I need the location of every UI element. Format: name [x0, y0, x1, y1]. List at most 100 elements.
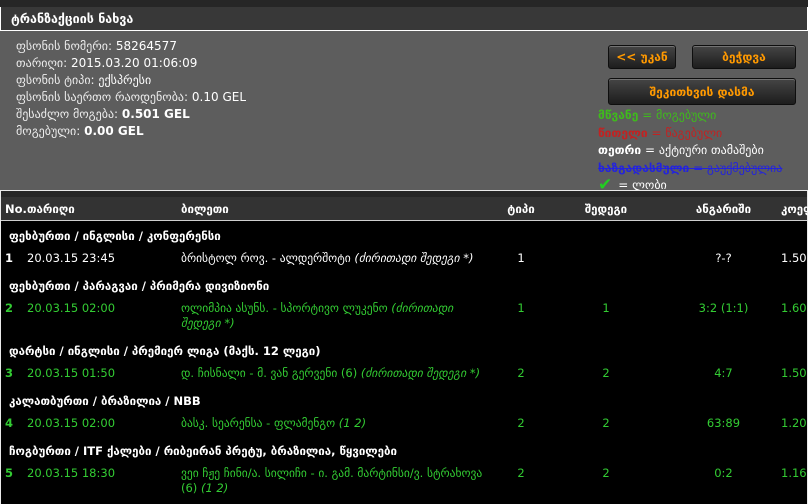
cell-date: 20.03.15 01:50 [27, 366, 116, 380]
won-amount-value: 0.00 GEL [84, 124, 144, 138]
bet-amount-value: 0.10 GEL [191, 90, 247, 104]
cell-score: 0:2 [714, 466, 733, 480]
table-header-row: No. თარიღი ბილეთი ტიპი შედეგი ანგარიში კ… [1, 197, 808, 221]
cell-type: 2 [517, 416, 525, 430]
legend-won-term: მწვანე [598, 108, 639, 122]
bet-amount-label: ფსონის საერთო რაოდენობა: [16, 90, 189, 104]
cell-coef: 1.20 [781, 416, 807, 430]
cell-result: 1 [602, 301, 610, 315]
won-amount-label: მოგებული: [16, 124, 81, 138]
status-legend: მწვანე = მოგებული წითელი = წაგებული თეთრ… [598, 107, 782, 195]
legend-lost-desc: = წაგებული [651, 125, 723, 140]
column-header-type: ტიპი [507, 201, 535, 216]
legend-won-desc: = მოგებული [642, 108, 717, 122]
column-header-date: თარიღი [27, 201, 75, 216]
back-button[interactable]: << უკან [608, 45, 676, 69]
ticket-market-note: (1 2) [200, 481, 229, 495]
category-header: ჩოგბურთი / ITF ქალები / რიბეირან პრეტუ, … [9, 444, 398, 458]
cell-no: 5 [5, 466, 14, 480]
legend-cancelled-desc: = გაუქმებულია [693, 160, 783, 175]
legend-cancelled-term: ხაზგადასმული [598, 160, 690, 175]
bets-table: No. თარიღი ბილეთი ტიპი შედეგი ანგარიში კ… [0, 190, 808, 504]
table-row[interactable]: 2 20.03.15 02:00 ოლიმპია ასუნს. - სპორტი… [1, 296, 807, 336]
page-title: ტრანზაქციის ნახვა [11, 11, 134, 26]
ticket-text: ბასკ. სეარენსა - ფლამენგო [181, 416, 336, 430]
print-button[interactable]: ბეჭდვა [692, 45, 796, 69]
cell-no: 4 [5, 416, 14, 430]
possible-win-label: შესაძლო მოგება: [16, 107, 119, 121]
bet-number-label: ფსონის ნომერი: [16, 39, 113, 53]
ticket-text: დ. ჩისნალი - მ. ვან გერვენი (6) [181, 366, 358, 380]
column-header-score: ანგარიში [695, 201, 752, 216]
bet-type-value: ექსპრესი [98, 73, 152, 87]
column-header-result: შედეგი [584, 201, 628, 216]
cell-score: 63:89 [706, 416, 741, 430]
cell-date: 20.03.15 18:30 [27, 466, 116, 480]
table-row[interactable]: 4 20.03.15 02:00 ბასკ. სეარენსა - ფლამენ… [1, 411, 807, 436]
bet-type-line: ფსონის ტიპი: ექსპრესი [16, 72, 246, 89]
cell-no: 2 [5, 301, 14, 315]
cell-score: 4:7 [714, 366, 733, 380]
cell-type: 2 [517, 366, 525, 380]
bet-date-value: 2015.03.20 01:06:09 [70, 56, 198, 70]
cell-type: 1 [517, 301, 525, 315]
ask-question-button[interactable]: შეკითხვის დასმა [608, 78, 796, 105]
cell-ticket: დ. ჩისნალი - მ. ვან გერვენი (6) (ძირითად… [181, 366, 496, 381]
bet-amount-line: ფსონის საერთო რაოდენობა: 0.10 GEL [16, 89, 246, 106]
category-header: კალათბურთი / ბრაზილია / NBB [9, 394, 201, 408]
title-bar: ტრანზაქციის ნახვა [0, 7, 808, 31]
possible-win-line: შესაძლო მოგება: 0.501 GEL [16, 106, 246, 123]
column-header-no: No. [5, 201, 27, 216]
legend-lost-term: წითელი [598, 125, 648, 140]
possible-win-value: 0.501 GEL [121, 107, 190, 121]
event-group: ფეხბურთი / პარაგვაი / პრიმერა დივიზიონი … [1, 271, 807, 336]
bet-date-line: თარიღი: 2015.03.20 01:06:09 [16, 55, 246, 72]
cell-coef: 1.16 [781, 466, 807, 480]
cell-ticket: ბრისტოლ როვ. - ალდერშოტი (ძირითადი შედეგ… [181, 251, 496, 266]
table-row[interactable]: 5 20.03.15 18:30 ვეი ჩჟე ჩინი/ა. სილიჩი … [1, 461, 807, 501]
ticket-market-note: (1 2) [338, 416, 367, 430]
cell-ticket: ბასკ. სეარენსა - ფლამენგო (1 2) [181, 416, 496, 431]
category-header: ფეხბურთი / ინგლისი / კონფერენსი [9, 229, 221, 243]
cell-type: 1 [517, 251, 525, 265]
table-row[interactable]: 3 20.03.15 01:50 დ. ჩისნალი - მ. ვან გერ… [1, 361, 807, 386]
cell-score: 3:2 (1:1) [698, 301, 749, 315]
bet-type-label: ფსონის ტიპი: [16, 73, 95, 87]
legend-active-desc: = აქტიური თამაშები [645, 143, 764, 157]
bet-info-block: ფსონის ნომერი: 58264577 თარიღი: 2015.03.… [16, 38, 246, 140]
bet-number-line: ფსონის ნომერი: 58264577 [16, 38, 246, 55]
ticket-text: ოლიმპია ასუნს. - სპორტივო ლუკენო [181, 301, 388, 315]
top-strip [0, 0, 808, 7]
table-row[interactable]: 1 20.03.15 23:45 ბრისტოლ როვ. - ალდერშოტ… [1, 246, 807, 271]
cell-score: ?-? [715, 251, 732, 265]
event-group: ჩოგბურთი / ITF ქალები / რიბეირან პრეტუ, … [1, 436, 807, 501]
event-group: დარტსი / ინგლისი / პრემიერ ლიგა (მაქს. 1… [1, 336, 807, 386]
cell-coef: 1.60 [781, 301, 807, 315]
cell-result: 2 [602, 466, 610, 480]
category-header: ფეხბურთი / პარაგვაი / პრიმერა დივიზიონი [9, 279, 270, 293]
action-buttons-row: << უკან ბეჭდვა [608, 45, 796, 69]
column-header-coef: კოეფ. [781, 201, 808, 216]
event-group: კალათბურთი / ბრაზილია / NBB 4 20.03.15 0… [1, 386, 807, 436]
legend-lost: წითელი = წაგებული [598, 125, 782, 143]
ticket-market-note: (ძირითადი შედეგი *) [360, 366, 481, 380]
category-header: დარტსი / ინგლისი / პრემიერ ლიგა (მაქს. 1… [9, 344, 321, 358]
column-header-ticket: ბილეთი [181, 201, 229, 216]
cell-coef: 1.50 [781, 251, 807, 265]
won-amount-line: მოგებული: 0.00 GEL [16, 123, 246, 140]
cell-result: 2 [602, 366, 610, 380]
bet-date-label: თარიღი: [16, 56, 68, 70]
cell-date: 20.03.15 23:45 [27, 251, 116, 265]
table-body: ფეხბურთი / ინგლისი / კონფერენსი 1 20.03.… [1, 221, 807, 501]
transaction-view-page: ტრანზაქციის ნახვა ფსონის ნომერი: 5826457… [0, 0, 808, 504]
ticket-text: ბრისტოლ როვ. - ალდერშოტი [181, 251, 351, 265]
cell-no: 3 [5, 366, 14, 380]
cell-result: 2 [602, 416, 610, 430]
legend-active-term: თეთრი [598, 143, 642, 157]
legend-cancelled: ხაზგადასმული = გაუქმებულია [598, 160, 782, 178]
bet-number-value: 58264577 [115, 39, 177, 53]
cell-coef: 1.50 [781, 366, 807, 380]
cell-no: 1 [5, 251, 14, 265]
cell-type: 2 [517, 466, 525, 480]
legend-active: თეთრი = აქტიური თამაშები [598, 142, 782, 160]
